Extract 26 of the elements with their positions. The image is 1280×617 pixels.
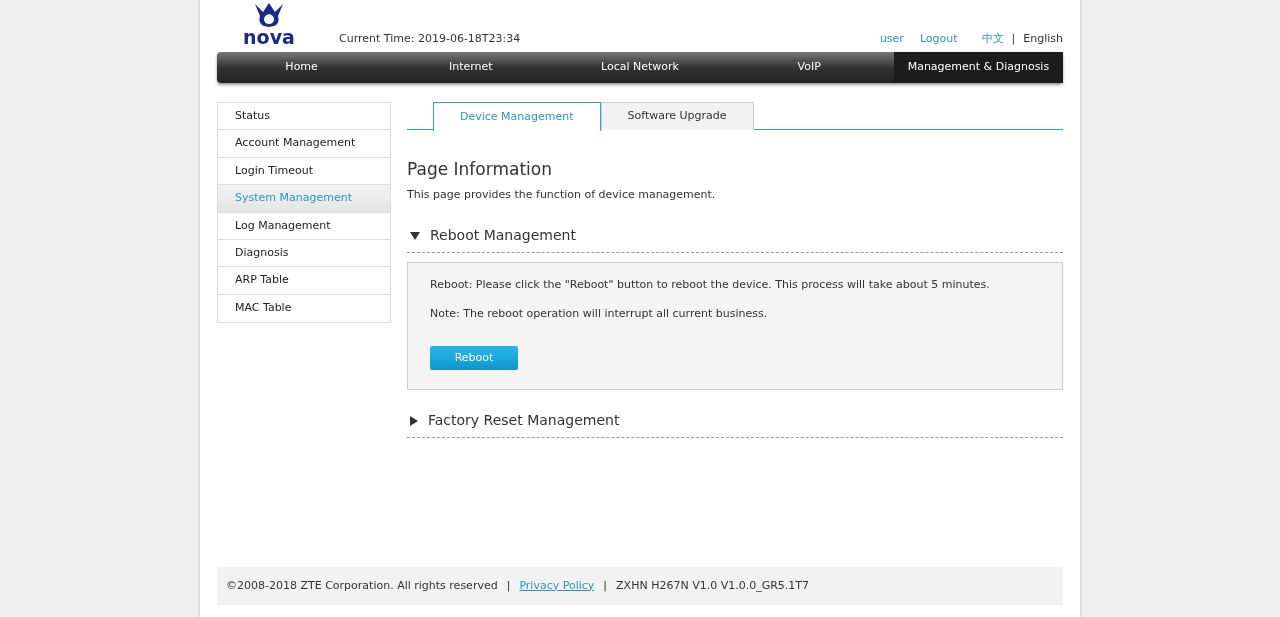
nav-tab[interactable]: Local Network [555, 52, 725, 83]
collapse-triangle-icon[interactable] [410, 231, 420, 240]
current-time: Current Time: 2019-06-18T23:34 [339, 30, 521, 47]
expand-triangle-icon[interactable] [410, 415, 418, 426]
tab[interactable]: Device Management [433, 102, 601, 131]
nav-tab[interactable]: VoIP [724, 52, 894, 83]
separator: | [506, 577, 511, 594]
user-link[interactable]: user [879, 30, 904, 47]
info-text: Reboot: Please click the "Reboot" button to reboot the device. This process will take about 5 minutes. [430, 277, 991, 293]
page-description: This page provides the function of device management. [407, 186, 717, 203]
language-link[interactable]: 中文 [981, 30, 1004, 47]
section-title[interactable]: Reboot Management [430, 225, 576, 246]
version-text: ZXHN H267N V1.0 V1.0.0_GR5.1T7 [616, 577, 810, 594]
nav-tab[interactable]: Home [217, 52, 387, 83]
nav-tab[interactable]: Internet [386, 52, 556, 83]
logout-link[interactable]: Logout [919, 30, 958, 47]
section-title[interactable]: Factory Reset Management [428, 410, 620, 431]
copyright-text: ©2008-2018 ZTE Corporation. All rights reserved [226, 577, 498, 594]
page-title: Page Information [407, 158, 553, 181]
nav-tab[interactable]: Management & Diagnosis [893, 52, 1063, 83]
logo-text: nova [243, 28, 295, 47]
separator: | [603, 577, 608, 594]
language-link[interactable]: English [1023, 30, 1063, 47]
tab[interactable]: Software Upgrade [600, 102, 754, 130]
separator: | [1011, 30, 1016, 47]
info-text: Note: The reboot operation will interrupt all current business. [430, 305, 769, 322]
